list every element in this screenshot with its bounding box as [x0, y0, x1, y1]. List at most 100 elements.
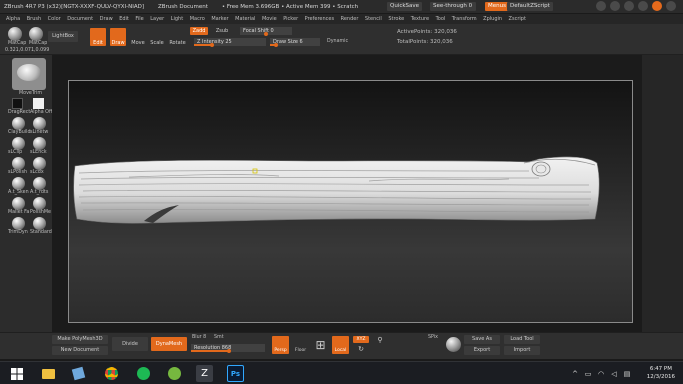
- quicksave-button[interactable]: QuickSave: [387, 2, 423, 11]
- matcap-sphere-2[interactable]: [29, 27, 43, 41]
- floor-button[interactable]: Floor: [292, 336, 309, 354]
- zsub-button[interactable]: Zsub: [212, 27, 232, 35]
- draw-size-slider[interactable]: Draw Size 6: [270, 38, 320, 47]
- settings-icon[interactable]: [666, 1, 676, 11]
- dynamic-toggle[interactable]: Dynamic: [327, 39, 348, 44]
- cart-icon[interactable]: ⊞: [312, 336, 329, 354]
- utorrent-icon[interactable]: [166, 365, 183, 382]
- menu-zplugin[interactable]: Zplugin: [483, 16, 502, 22]
- spotify-icon[interactable]: [135, 365, 152, 382]
- xyz-button[interactable]: XYZ: [353, 336, 369, 343]
- menus-button[interactable]: Menus: [485, 2, 509, 11]
- edit-button[interactable]: Edit: [90, 28, 106, 46]
- make-polymesh-button[interactable]: Make PolyMesh3D: [52, 335, 108, 344]
- menu-draw[interactable]: Draw: [100, 16, 113, 22]
- persp-button[interactable]: Persp: [272, 336, 289, 354]
- brush-thumb[interactable]: [33, 177, 46, 190]
- brush-thumb[interactable]: [33, 117, 46, 130]
- material-sphere[interactable]: [446, 337, 461, 352]
- menu-movie[interactable]: Movie: [262, 16, 277, 22]
- matcap-sphere-1[interactable]: [8, 27, 22, 41]
- zoom-icon[interactable]: ⚲: [374, 336, 386, 345]
- help-icon[interactable]: [596, 1, 606, 11]
- tray-chevron-icon[interactable]: ^: [570, 365, 580, 382]
- resolution-knob[interactable]: [227, 349, 231, 353]
- load-tool-button[interactable]: Load Tool: [504, 335, 540, 344]
- brush-thumb[interactable]: [33, 217, 46, 230]
- seethrough-slider[interactable]: See-through 0: [430, 2, 476, 11]
- scale-button[interactable]: Scale: [150, 28, 164, 46]
- menu-stencil[interactable]: Stencil: [365, 16, 382, 22]
- menu-tool[interactable]: Tool: [436, 16, 446, 22]
- refresh-icon[interactable]: ↻: [353, 345, 369, 354]
- resolution-slider[interactable]: Resolution 868: [191, 344, 265, 353]
- default-zscript-button[interactable]: DefaultZScript: [507, 2, 553, 11]
- alpha-icon[interactable]: [33, 98, 44, 109]
- export-button[interactable]: Export: [464, 346, 500, 355]
- current-brush-icon[interactable]: [12, 58, 46, 90]
- document-canvas[interactable]: [68, 80, 633, 323]
- move-button[interactable]: Move: [131, 28, 145, 46]
- menu-preferences[interactable]: Preferences: [305, 16, 334, 22]
- menu-material[interactable]: Material: [235, 16, 255, 22]
- wood-plank-model[interactable]: [69, 81, 634, 324]
- menu-macro[interactable]: Macro: [190, 16, 205, 22]
- brush-thumb[interactable]: [12, 217, 25, 230]
- brush-thumb[interactable]: [33, 197, 46, 210]
- draw-button[interactable]: Draw: [110, 28, 126, 46]
- brush-thumb[interactable]: [12, 197, 25, 210]
- menu-brush[interactable]: Brush: [27, 16, 41, 22]
- focal-shift-knob[interactable]: [264, 32, 268, 36]
- new-document-button[interactable]: New Document: [52, 346, 108, 355]
- blur-slider[interactable]: Blur 8: [192, 335, 206, 340]
- document-canvas-area[interactable]: [52, 55, 642, 332]
- maximize-icon[interactable]: [638, 1, 648, 11]
- brush-thumb[interactable]: [12, 137, 25, 150]
- zbrush-taskbar-icon[interactable]: Z: [196, 365, 213, 382]
- smt-toggle[interactable]: Smt: [214, 335, 224, 340]
- zadd-button[interactable]: Zadd: [190, 27, 208, 35]
- dynamesh-button[interactable]: DynaMesh: [151, 337, 187, 351]
- menu-alpha[interactable]: Alpha: [6, 16, 20, 22]
- menu-light[interactable]: Light: [171, 16, 183, 22]
- system-clock[interactable]: 6:47 PM 12/3/2016: [647, 365, 675, 381]
- brush-thumb[interactable]: [12, 117, 25, 130]
- photoshop-icon[interactable]: Ps: [227, 365, 244, 382]
- volume-icon[interactable]: ◁: [609, 365, 619, 382]
- layout-icon[interactable]: [610, 1, 620, 11]
- divide-button[interactable]: Divide: [112, 337, 148, 351]
- rotate-button[interactable]: Rotate: [169, 28, 186, 46]
- import-button[interactable]: Import: [504, 346, 540, 355]
- z-intensity-knob[interactable]: [210, 43, 214, 47]
- file-explorer-icon[interactable]: [40, 365, 57, 382]
- network-icon[interactable]: ◠: [596, 365, 606, 382]
- battery-icon[interactable]: ▭: [583, 365, 593, 382]
- menu-transform[interactable]: Transform: [452, 16, 477, 22]
- menu-marker[interactable]: Marker: [211, 16, 228, 22]
- local-button[interactable]: Local: [332, 336, 349, 354]
- z-intensity-slider[interactable]: Z Intensity 25: [194, 38, 266, 47]
- windows-start-icon[interactable]: [8, 365, 25, 382]
- menu-zscript[interactable]: Zscript: [509, 16, 526, 22]
- focal-shift-slider[interactable]: Focal Shift 0: [240, 27, 292, 36]
- menu-stroke[interactable]: Stroke: [388, 16, 404, 22]
- brush-thumb[interactable]: [12, 177, 25, 190]
- menu-edit[interactable]: Edit: [119, 16, 129, 22]
- close-icon[interactable]: [652, 1, 662, 11]
- save-as-button[interactable]: Save As: [464, 335, 500, 344]
- menu-picker[interactable]: Picker: [283, 16, 298, 22]
- menu-layer[interactable]: Layer: [150, 16, 164, 22]
- spix-slider[interactable]: SPix: [428, 335, 438, 340]
- brush-thumb[interactable]: [12, 157, 25, 170]
- menu-texture[interactable]: Texture: [411, 16, 429, 22]
- draw-size-knob[interactable]: [274, 43, 278, 47]
- menu-color[interactable]: Color: [48, 16, 61, 22]
- notes-app-icon[interactable]: [70, 365, 87, 382]
- minimize-icon[interactable]: [624, 1, 634, 11]
- menu-document[interactable]: Document: [67, 16, 93, 22]
- brush-thumb[interactable]: [33, 157, 46, 170]
- menu-file[interactable]: File: [135, 16, 143, 22]
- chrome-icon[interactable]: [103, 365, 120, 382]
- lightbox-button[interactable]: LightBox: [48, 31, 78, 42]
- brush-thumb[interactable]: [33, 137, 46, 150]
